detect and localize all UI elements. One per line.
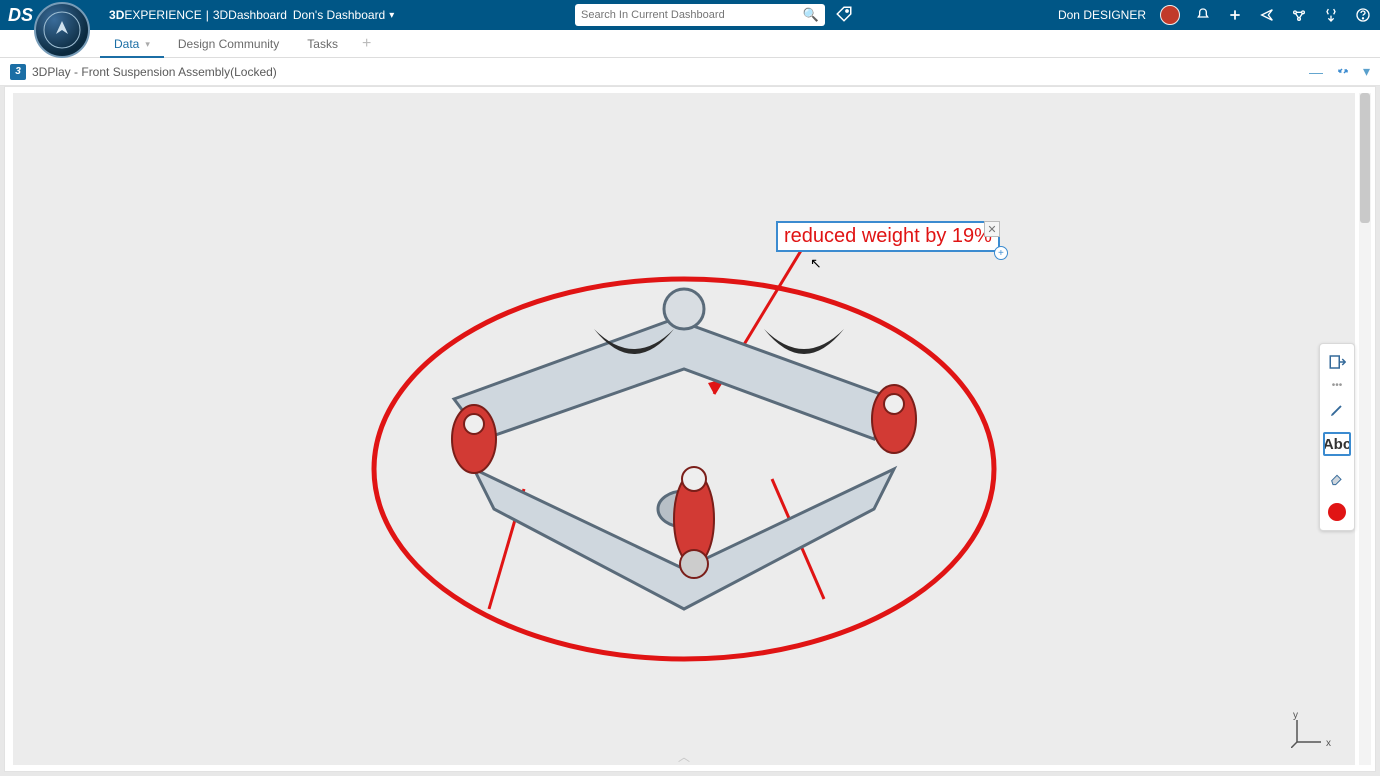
close-icon[interactable]: ✕ [984,221,1000,237]
collapse-icon[interactable] [1337,64,1349,80]
tab-strip: Data ▾ Design Community Tasks + [0,30,1380,58]
search-icon[interactable]: 🔍 [803,7,819,23]
axis-triad: y x [1291,714,1325,751]
scroll-thumb[interactable] [1360,93,1370,223]
add-tab-button[interactable]: + [352,31,381,57]
user-name[interactable]: Don DESIGNER [1058,8,1146,22]
tab-label: Design Community [178,37,279,51]
compass-icon[interactable] [34,2,90,58]
notification-icon[interactable] [1194,6,1212,24]
avatar[interactable] [1160,5,1180,25]
app-icon: 3 [10,64,26,80]
axis-x-label: x [1326,738,1331,749]
pencil-tool-icon[interactable] [1323,398,1351,422]
tab-design-community[interactable]: Design Community [164,31,293,57]
expand-handle-icon[interactable]: ︿ [678,748,690,765]
markup-toolbar: ••• Abc [1319,343,1355,531]
annotation-textbox[interactable]: reduced weight by 19% ✕ + [776,221,1000,252]
resize-handle-icon[interactable]: + [994,246,1008,260]
top-right-tools: Don DESIGNER [1058,0,1372,30]
annotation-text: reduced weight by 19% [784,225,992,247]
search-input[interactable] [581,9,803,21]
tab-label: Tasks [307,37,338,51]
scrollbar[interactable] [1359,93,1371,765]
dashboard-name[interactable]: Don's Dashboard [293,8,385,22]
chevron-down-icon[interactable]: ▾ [145,39,150,50]
share-icon[interactable] [1258,6,1276,24]
eraser-tool-icon[interactable] [1323,466,1351,490]
tag-icon[interactable] [835,5,853,28]
viewport-3d[interactable]: reduced weight by 19% ✕ + ↖ y x ︿ [13,93,1355,765]
color-swatch[interactable] [1323,500,1351,524]
help-icon[interactable] [1354,6,1372,24]
ds-logo: DS [8,5,33,26]
top-bar: DS 3DEXPERIENCE|3DDashboard Don's Dashbo… [0,0,1380,30]
minimize-icon[interactable]: — [1309,64,1323,80]
add-icon[interactable] [1226,6,1244,24]
exit-tool-icon[interactable] [1323,350,1351,374]
widget-title: 3DPlay - Front Suspension Assembly(Locke… [32,65,277,79]
tab-label: Data [114,37,139,51]
viewer-frame: reduced weight by 19% ✕ + ↖ y x ︿ ••• Ab… [4,86,1376,772]
axis-y-label: y [1293,710,1298,721]
widget-header: 3 3DPlay - Front Suspension Assembly(Loc… [0,58,1380,86]
collaborate-icon[interactable] [1290,6,1308,24]
tab-data[interactable]: Data ▾ [100,31,164,57]
chevron-down-icon[interactable]: ▾ [389,10,394,21]
apps-icon[interactable] [1322,6,1340,24]
search-box[interactable]: 🔍 [575,4,825,26]
cursor-icon: ↖ [810,255,822,272]
separator: ••• [1332,384,1343,388]
brand-label: 3DEXPERIENCE|3DDashboard [109,8,287,22]
text-tool-button[interactable]: Abc [1323,432,1351,456]
tab-tasks[interactable]: Tasks [293,31,352,57]
chevron-down-icon[interactable]: ▾ [1363,63,1370,80]
